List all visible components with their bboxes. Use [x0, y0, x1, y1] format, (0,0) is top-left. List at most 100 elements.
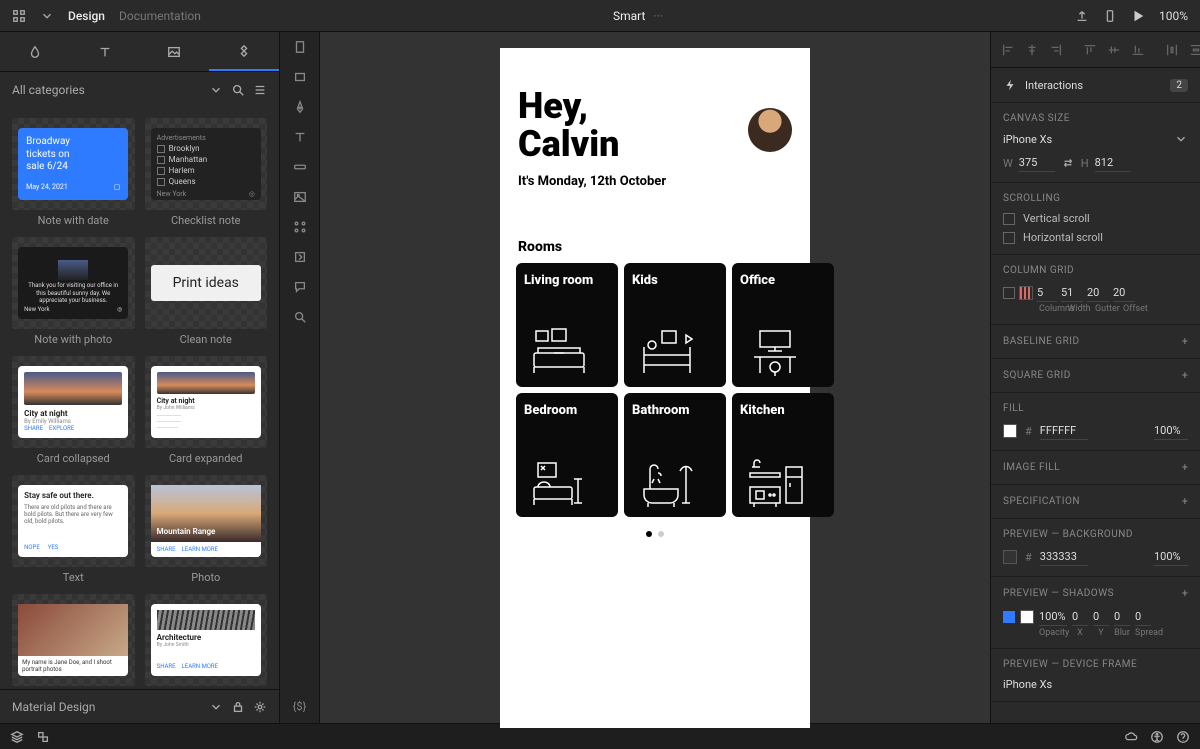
- asset-card-collapsed[interactable]: City at nightBy Emily WilliamsSHAREEXPLO…: [12, 356, 135, 465]
- grid-checkbox[interactable]: [1003, 287, 1015, 299]
- device-frame-value[interactable]: iPhone Xs: [1003, 678, 1188, 691]
- image-fill-heading[interactable]: IMAGE FILL: [1003, 462, 1060, 473]
- baseline-grid-heading[interactable]: BASELINE GRID: [1003, 336, 1080, 347]
- shadow-y-input[interactable]: 0: [1093, 608, 1109, 626]
- grid-width-input[interactable]: 51: [1061, 284, 1083, 302]
- tab-components[interactable]: [209, 32, 279, 71]
- cloud-icon[interactable]: [1124, 730, 1138, 744]
- category-selector[interactable]: All categories: [12, 83, 201, 97]
- library-selector[interactable]: Material Design: [12, 700, 201, 714]
- horizontal-scroll-checkbox[interactable]: [1003, 232, 1015, 244]
- chevron-down-icon[interactable]: [209, 700, 223, 714]
- square-grid-heading[interactable]: SQUARE GRID: [1003, 370, 1071, 381]
- avatar: [748, 108, 792, 152]
- grid-offset-input[interactable]: 20: [1113, 284, 1135, 302]
- tab-documentation[interactable]: Documentation: [119, 9, 201, 23]
- shadow-x-input[interactable]: 0: [1072, 608, 1088, 626]
- page-dots: [518, 531, 792, 537]
- image-tool-icon[interactable]: [293, 190, 307, 204]
- distribute-h-icon[interactable]: [1165, 43, 1179, 57]
- bg-opacity-input[interactable]: 100%: [1154, 548, 1188, 566]
- pages-icon[interactable]: [36, 730, 50, 744]
- shadow-blur-input[interactable]: 0: [1114, 608, 1130, 626]
- asset-architecture[interactable]: ArchitectureBy John SmithSHARELEARN MORE: [145, 594, 268, 686]
- swap-icon[interactable]: [1061, 156, 1075, 170]
- tab-text[interactable]: [70, 32, 140, 71]
- chevron-down-icon[interactable]: [1174, 132, 1188, 146]
- room-living[interactable]: Living room: [516, 263, 618, 387]
- align-right-icon[interactable]: [1049, 43, 1063, 57]
- grid-color-swatch[interactable]: [1019, 286, 1033, 300]
- code-tool[interactable]: {$}: [293, 700, 307, 713]
- asset-checklist-note[interactable]: AdvertisementsBrooklynManhattanHarlemQue…: [145, 118, 268, 227]
- align-bottom-icon[interactable]: [1131, 43, 1145, 57]
- document-title[interactable]: Smart: [613, 9, 645, 23]
- tab-design[interactable]: Design: [68, 9, 105, 23]
- align-left-icon[interactable]: [1001, 43, 1015, 57]
- bg-hex-input[interactable]: 333333: [1040, 548, 1088, 566]
- lock-icon[interactable]: [231, 700, 245, 714]
- tab-images[interactable]: [140, 32, 210, 71]
- room-office[interactable]: Office: [732, 263, 834, 387]
- tab-colors[interactable]: [0, 32, 70, 71]
- width-input[interactable]: 375: [1019, 154, 1055, 172]
- app-menu-icon[interactable]: [12, 9, 26, 23]
- vertical-scroll-checkbox[interactable]: [1003, 213, 1015, 225]
- height-input[interactable]: 812: [1095, 154, 1131, 172]
- list-view-icon[interactable]: [253, 83, 267, 97]
- frame-tool-icon[interactable]: [293, 40, 307, 54]
- rectangle-tool-icon[interactable]: [293, 70, 307, 84]
- room-bedroom[interactable]: Bedroom: [516, 393, 618, 517]
- grid-gutter-input[interactable]: 20: [1087, 284, 1109, 302]
- text-tool-icon[interactable]: [293, 130, 307, 144]
- chevron-down-icon[interactable]: [209, 83, 223, 97]
- grid-columns-input[interactable]: 5: [1037, 284, 1057, 302]
- play-icon[interactable]: [1131, 9, 1145, 23]
- comment-tool-icon[interactable]: [293, 280, 307, 294]
- asset-card-expanded[interactable]: City at nightBy John Williams───────────…: [145, 356, 268, 465]
- search-icon[interactable]: [231, 83, 245, 97]
- gear-icon[interactable]: [253, 700, 267, 714]
- device-preview-icon[interactable]: [1103, 9, 1117, 23]
- align-center-v-icon[interactable]: [1107, 43, 1121, 57]
- layers-icon[interactable]: [10, 730, 24, 744]
- rooms-grid: Living room Kids Office Bedroom Bathroom…: [516, 263, 834, 517]
- shadow-spread-input[interactable]: 0: [1135, 608, 1151, 626]
- shadow-opacity-input[interactable]: 100%: [1039, 608, 1067, 626]
- room-bathroom[interactable]: Bathroom: [624, 393, 726, 517]
- asset-photo[interactable]: Mountain RangeSHARELEARN MORE Photo: [145, 475, 268, 584]
- pen-tool-icon[interactable]: [293, 100, 307, 114]
- align-center-h-icon[interactable]: [1025, 43, 1039, 57]
- shadow-color-swatch[interactable]: [1020, 610, 1034, 624]
- accessibility-icon[interactable]: [1150, 730, 1164, 744]
- specification-heading[interactable]: SPECIFICATION: [1003, 496, 1080, 507]
- chevron-down-icon[interactable]: [40, 9, 54, 23]
- canvas-size-heading: CANVAS SIZE: [1003, 113, 1188, 124]
- room-kids[interactable]: Kids: [624, 263, 726, 387]
- interactions-label[interactable]: Interactions: [1025, 79, 1083, 92]
- component-tool-icon[interactable]: [293, 220, 307, 234]
- button-tool-icon[interactable]: [293, 160, 307, 174]
- help-icon[interactable]: [1176, 730, 1190, 744]
- bg-swatch[interactable]: [1003, 550, 1017, 564]
- fill-swatch[interactable]: [1003, 424, 1017, 438]
- asset-portrait[interactable]: My name is Jane Doe, and I shoot portrai…: [12, 594, 135, 686]
- preview-bg-heading: PREVIEW — BACKGROUND: [1003, 529, 1188, 540]
- fill-opacity-input[interactable]: 100%: [1154, 422, 1188, 440]
- asset-note-with-photo[interactable]: Thank you for visiting our office in thi…: [12, 237, 135, 346]
- zoom-level[interactable]: 100%: [1159, 9, 1188, 23]
- device-preset[interactable]: iPhone Xs: [1003, 133, 1052, 146]
- distribute-v-icon[interactable]: [1189, 43, 1200, 57]
- align-top-icon[interactable]: [1083, 43, 1097, 57]
- canvas[interactable]: Hey, Calvin It's Monday, 12th October Ro…: [320, 32, 990, 723]
- room-kitchen[interactable]: Kitchen: [732, 393, 834, 517]
- artboard[interactable]: Hey, Calvin It's Monday, 12th October Ro…: [500, 48, 810, 728]
- shadow-checkbox[interactable]: [1003, 611, 1015, 623]
- asset-note-with-date[interactable]: Broadwaytickets onsale 6/24May 24, 2021▢…: [12, 118, 135, 227]
- asset-text[interactable]: Stay safe out there.There are old pilots…: [12, 475, 135, 584]
- asset-clean-note[interactable]: Print ideas Clean note: [145, 237, 268, 346]
- hotspot-tool-icon[interactable]: [293, 250, 307, 264]
- fill-hex-input[interactable]: FFFFFF: [1040, 422, 1088, 440]
- export-icon[interactable]: [1075, 9, 1089, 23]
- search-tool-icon[interactable]: [293, 310, 307, 324]
